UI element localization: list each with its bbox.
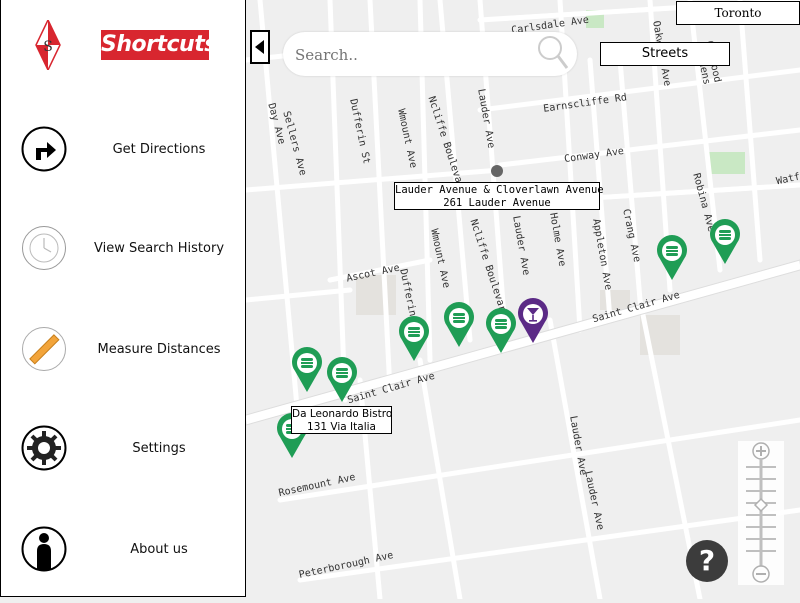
restaurant-tooltip: Da Leonardo Bistro 131 Via Italia bbox=[291, 406, 392, 434]
street-label: Lauder Ave bbox=[510, 215, 532, 277]
street-label: Conway Ave bbox=[563, 145, 625, 166]
restaurant-pin[interactable] bbox=[485, 308, 517, 354]
svg-text:S: S bbox=[43, 39, 53, 55]
about-us-label: About us bbox=[130, 542, 188, 557]
street-label: Ncliffe Boulevard bbox=[425, 95, 468, 196]
restaurant-pin[interactable] bbox=[443, 302, 475, 348]
compass-logo-icon: S bbox=[34, 18, 62, 72]
map-layer-selector[interactable]: Streets bbox=[600, 42, 730, 66]
search-bar bbox=[283, 32, 577, 76]
sidebar: S Shortcuts Get Directions View Search H… bbox=[0, 0, 246, 597]
brand-logo: Shortcuts bbox=[101, 30, 217, 60]
cocktail-pin-icon bbox=[518, 298, 548, 343]
street-label: Watford bbox=[775, 167, 800, 188]
street-label: Sellers Ave bbox=[280, 110, 309, 177]
street-label: Lauder Ave bbox=[475, 88, 497, 150]
burger-pin-icon bbox=[444, 302, 474, 347]
person-icon bbox=[21, 526, 67, 572]
street-label: Appleton Ave bbox=[590, 218, 614, 292]
burger-pin-icon bbox=[710, 219, 740, 264]
settings-label: Settings bbox=[132, 441, 186, 456]
help-button[interactable]: ? bbox=[686, 540, 728, 582]
measure-distances-label: Measure Distances bbox=[97, 342, 221, 357]
restaurant-name: Da Leonardo Bistro bbox=[292, 408, 393, 420]
restaurant-address: 131 Via Italia bbox=[307, 421, 376, 433]
settings-button[interactable]: Settings bbox=[1, 419, 247, 479]
restaurant-pin[interactable] bbox=[656, 235, 688, 281]
burger-pin-icon bbox=[292, 347, 322, 392]
zoom-out-icon[interactable] bbox=[752, 565, 770, 583]
city-selector[interactable]: Toronto bbox=[676, 1, 800, 25]
street-label: Holme Ave bbox=[547, 212, 568, 268]
street-label: Saint Clair Ave bbox=[346, 370, 437, 407]
get-directions-button[interactable]: Get Directions bbox=[1, 120, 247, 180]
burger-pin-icon bbox=[399, 316, 429, 361]
restaurant-pin[interactable] bbox=[326, 357, 358, 403]
intersection-tooltip: Lauder Avenue & Cloverlawn Avenue 261 La… bbox=[394, 182, 604, 210]
restaurant-pin[interactable] bbox=[709, 219, 741, 265]
street-label: Dufferin St bbox=[347, 98, 372, 166]
get-directions-label: Get Directions bbox=[112, 142, 206, 157]
street-label: Saint Clair Ave bbox=[591, 289, 682, 326]
search-icon[interactable] bbox=[536, 34, 570, 72]
street-label: Earnscliffe Rd bbox=[542, 92, 628, 115]
search-input[interactable] bbox=[293, 40, 527, 70]
view-search-history-button[interactable]: View Search History bbox=[1, 219, 247, 279]
clock-icon bbox=[21, 225, 67, 271]
street-label: Crang Ave bbox=[620, 208, 643, 264]
intersection-name: Lauder Avenue & Cloverlawn Avenue bbox=[395, 184, 604, 196]
measure-distances-button[interactable]: Measure Distances bbox=[1, 320, 247, 380]
bar-pin[interactable] bbox=[517, 298, 549, 344]
turn-right-arrow-icon bbox=[21, 126, 67, 172]
burger-pin-icon bbox=[327, 357, 357, 402]
zoom-handle[interactable] bbox=[753, 497, 769, 513]
restaurant-pin[interactable] bbox=[291, 347, 323, 393]
restaurant-pin[interactable] bbox=[398, 316, 430, 362]
burger-pin-icon bbox=[486, 308, 516, 353]
street-label: Wmount Ave bbox=[395, 108, 419, 170]
burger-pin-icon bbox=[657, 235, 687, 280]
street-label: Wmount Ave bbox=[428, 228, 452, 290]
street-label: Lauder Ave bbox=[582, 470, 606, 532]
ruler-icon bbox=[21, 326, 67, 372]
zoom-in-icon[interactable] bbox=[752, 442, 770, 460]
gear-icon bbox=[21, 425, 67, 471]
view-search-history-label: View Search History bbox=[93, 241, 225, 256]
street-label: Ascot Ave bbox=[345, 262, 401, 285]
intersection-address: 261 Lauder Avenue bbox=[443, 197, 551, 209]
street-label: Lauder Ave bbox=[567, 415, 589, 477]
about-us-button[interactable]: About us bbox=[1, 520, 247, 580]
street-label: Rosemount Ave bbox=[277, 471, 357, 500]
collapse-sidebar-button[interactable] bbox=[250, 30, 270, 64]
street-label: Peterborough Ave bbox=[297, 550, 395, 581]
chevron-left-icon bbox=[255, 40, 264, 54]
zoom-control[interactable] bbox=[738, 441, 784, 585]
